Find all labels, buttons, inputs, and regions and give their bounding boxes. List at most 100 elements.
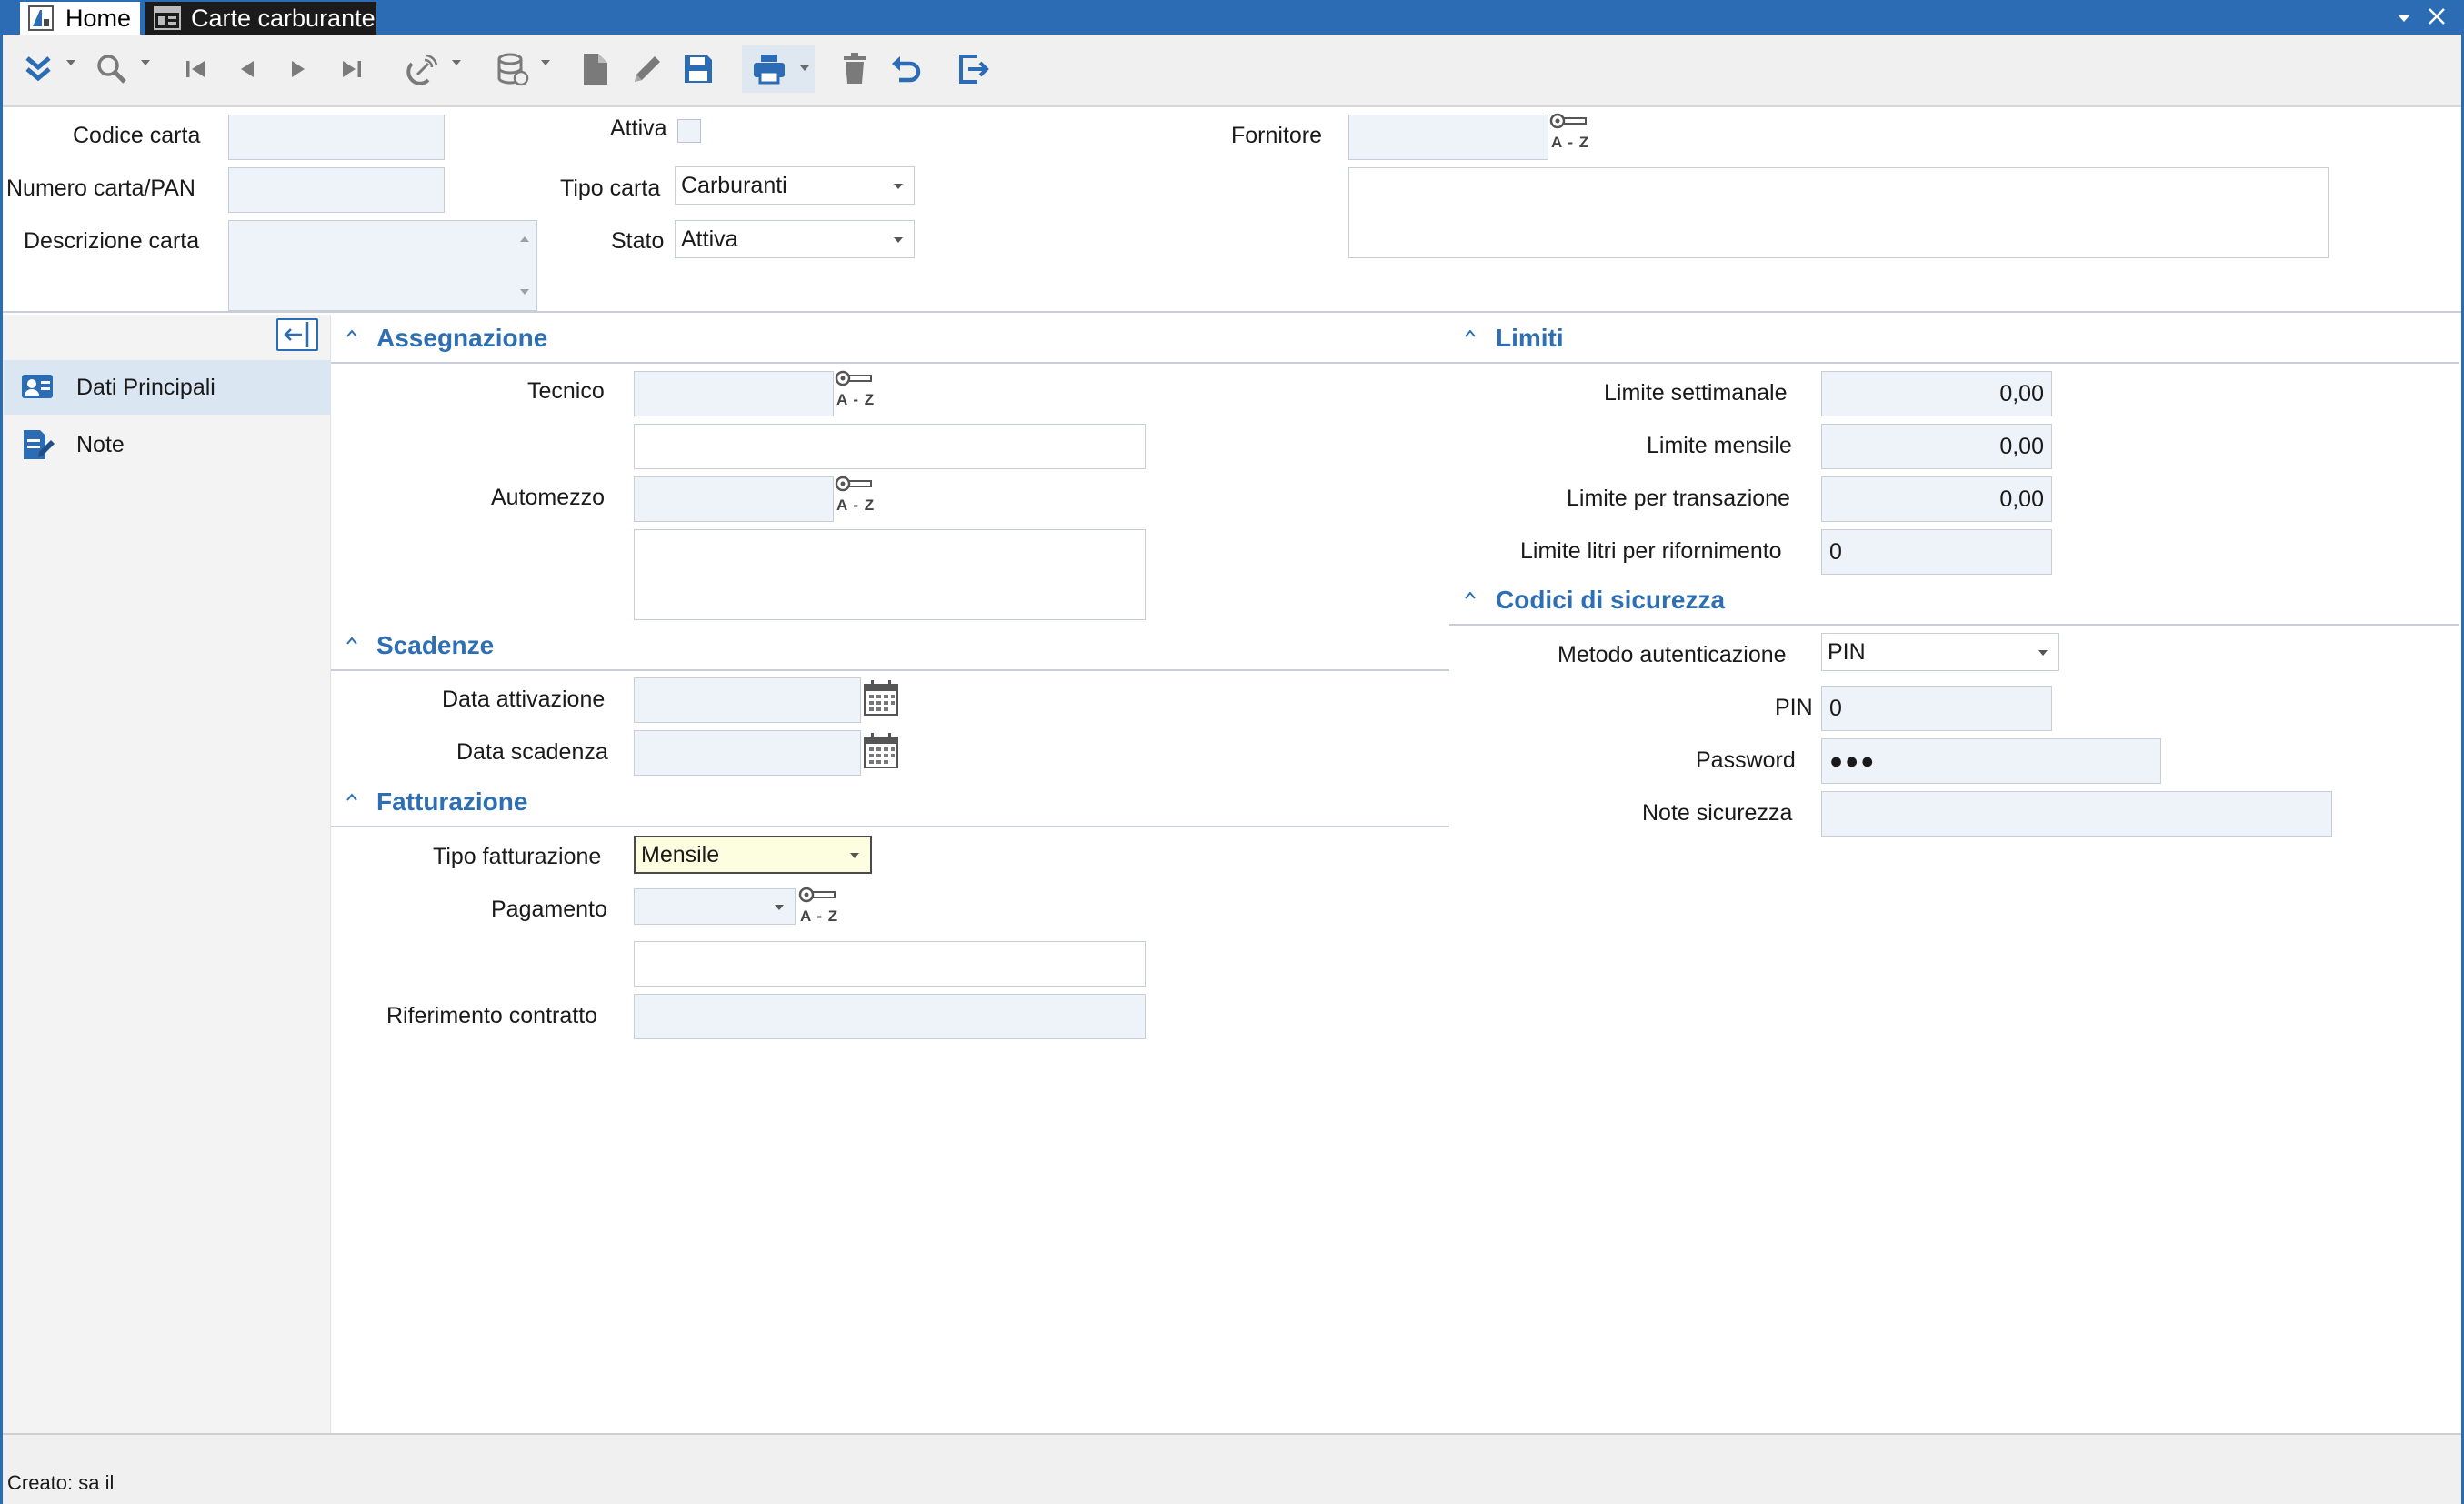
section-divider	[1449, 624, 2459, 626]
sidebar-item-label: Note	[76, 431, 125, 457]
descrizione-scrollbar[interactable]	[515, 224, 535, 307]
section-title-scadenze: Scadenze	[376, 631, 495, 659]
edit-button[interactable]	[627, 45, 667, 93]
expand-icon	[20, 51, 56, 87]
undo-icon	[888, 51, 925, 87]
stato-value: Attiva	[681, 226, 738, 252]
chevron-down-icon	[2038, 650, 2048, 656]
limite-litri-input[interactable]: 0	[1821, 529, 2052, 575]
tipo-fatturazione-value: Mensile	[641, 841, 720, 867]
database-dropdown-icon[interactable]	[541, 60, 550, 65]
previous-record-button[interactable]	[229, 45, 265, 93]
collapse-left-icon	[284, 322, 309, 347]
tecnico-input[interactable]	[634, 371, 834, 416]
search-icon	[94, 51, 130, 87]
tecnico-label: Tecnico	[527, 378, 605, 404]
status-bar: Creato: sa il	[0, 1433, 2464, 1504]
automezzo-input[interactable]	[634, 476, 834, 522]
collapse-fatturazione-icon[interactable]	[346, 791, 358, 804]
metodo-autenticazione-select[interactable]: PIN	[1821, 633, 2059, 671]
print-dropdown-icon[interactable]	[800, 65, 809, 71]
codice-carta-input[interactable]	[228, 115, 445, 160]
expand-dropdown-icon[interactable]	[66, 60, 75, 65]
new-button[interactable]	[575, 45, 615, 93]
attiva-checkbox[interactable]	[677, 119, 701, 143]
attiva-label: Attiva	[610, 115, 667, 141]
last-record-button[interactable]	[333, 45, 369, 93]
new-document-icon	[578, 51, 611, 87]
collapse-sidebar-button[interactable]	[276, 318, 318, 351]
section-title-assegnazione: Assegnazione	[376, 324, 548, 352]
tecnico-lookup-button[interactable]: A - Z	[835, 369, 878, 411]
sidebar-item-label: Dati Principali	[76, 374, 215, 400]
search-dropdown-icon[interactable]	[141, 60, 150, 65]
tipo-fatturazione-select[interactable]: Mensile	[634, 836, 872, 874]
limite-mensile-input[interactable]: 0,00	[1821, 424, 2052, 469]
collapse-limiti-icon[interactable]	[1464, 327, 1477, 340]
collapse-sicurezza-icon[interactable]	[1464, 589, 1477, 602]
satellite-dropdown-icon[interactable]	[452, 60, 461, 65]
expand-button[interactable]	[13, 45, 64, 93]
chevron-down-icon	[894, 237, 903, 243]
title-bar: Home Carte carburante	[0, 0, 2464, 35]
key-icon	[1549, 113, 1587, 129]
password-label: Password	[1696, 747, 1796, 773]
pagamento-select[interactable]	[634, 888, 796, 925]
pagamento-description	[634, 941, 1146, 987]
collapse-assegnazione-icon[interactable]	[346, 327, 358, 340]
delete-button[interactable]	[836, 45, 873, 93]
note-sicurezza-input[interactable]	[1821, 791, 2332, 837]
sidebar: Dati Principali Note	[0, 315, 331, 1433]
limite-transazione-label: Limite per transazione	[1567, 486, 1790, 511]
section-divider	[1449, 362, 2459, 364]
numero-carta-input[interactable]	[228, 167, 445, 213]
codice-carta-label: Codice carta	[73, 123, 201, 148]
save-button[interactable]	[678, 45, 718, 93]
window-menu-icon[interactable]	[2395, 4, 2413, 35]
fornitore-lookup-button[interactable]: A - Z	[1549, 112, 1593, 154]
limite-mensile-label: Limite mensile	[1647, 433, 1792, 458]
calendar-icon[interactable]	[862, 731, 900, 771]
lookup-az-label: A - Z	[836, 496, 876, 514]
tab-carte-carburante[interactable]: Carte carburante	[145, 2, 376, 35]
riferimento-contratto-input[interactable]	[634, 994, 1146, 1039]
limite-settimanale-input[interactable]: 0,00	[1821, 371, 2052, 416]
automezzo-lookup-button[interactable]: A - Z	[835, 475, 878, 516]
collapse-scadenze-icon[interactable]	[346, 635, 358, 647]
exit-button[interactable]	[953, 45, 995, 93]
key-icon	[798, 887, 836, 903]
tab-carte-carburante-label: Carte carburante	[191, 4, 376, 32]
tab-home[interactable]: Home	[20, 2, 140, 35]
stato-select[interactable]: Attiva	[675, 220, 915, 258]
close-icon[interactable]	[2426, 4, 2448, 35]
pagamento-label: Pagamento	[491, 897, 607, 922]
chevron-down-icon	[850, 853, 859, 858]
data-attivazione-input[interactable]	[634, 677, 861, 723]
sidebar-item-note[interactable]: Note	[4, 417, 331, 472]
print-button[interactable]	[742, 45, 815, 93]
database-button[interactable]	[489, 45, 535, 93]
exit-icon	[956, 51, 992, 87]
satellite-button[interactable]	[400, 45, 446, 93]
calendar-icon[interactable]	[862, 678, 900, 718]
tipo-carta-value: Carburanti	[681, 172, 787, 198]
first-record-button[interactable]	[178, 45, 215, 93]
limite-transazione-input[interactable]: 0,00	[1821, 476, 2052, 522]
descrizione-carta-textarea[interactable]	[228, 220, 537, 311]
pagamento-lookup-button[interactable]: A - Z	[798, 886, 842, 927]
pin-input[interactable]: 0	[1821, 686, 2052, 731]
tipo-carta-select[interactable]: Carburanti	[675, 166, 915, 205]
data-scadenza-input[interactable]	[634, 730, 861, 776]
metodo-autenticazione-value: PIN	[1828, 638, 1866, 665]
tab-home-label: Home	[65, 4, 132, 32]
password-input[interactable]: ●●●	[1821, 738, 2161, 784]
search-button[interactable]	[89, 45, 135, 93]
next-record-button[interactable]	[280, 45, 316, 93]
edit-icon	[629, 51, 666, 87]
last-record-icon	[336, 54, 366, 85]
window-border-left	[0, 35, 3, 1504]
fornitore-input[interactable]	[1348, 115, 1548, 160]
sidebar-item-dati-principali[interactable]: Dati Principali	[4, 360, 331, 415]
undo-button[interactable]	[886, 45, 927, 93]
satellite-icon	[405, 51, 441, 87]
